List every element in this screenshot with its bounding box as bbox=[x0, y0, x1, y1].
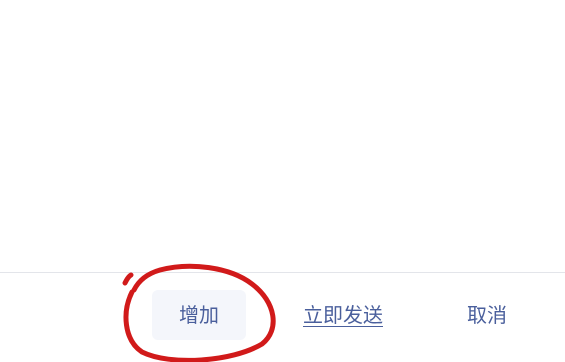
add-button[interactable]: 增加 bbox=[152, 290, 246, 340]
cancel-button[interactable]: 取消 bbox=[452, 290, 522, 340]
dialog-action-bar: 增加 立即发送 取消 bbox=[0, 273, 565, 362]
send-now-button[interactable]: 立即发送 bbox=[294, 290, 392, 340]
dialog-content-area bbox=[0, 0, 565, 272]
dialog-screen: 增加 立即发送 取消 bbox=[0, 0, 565, 362]
